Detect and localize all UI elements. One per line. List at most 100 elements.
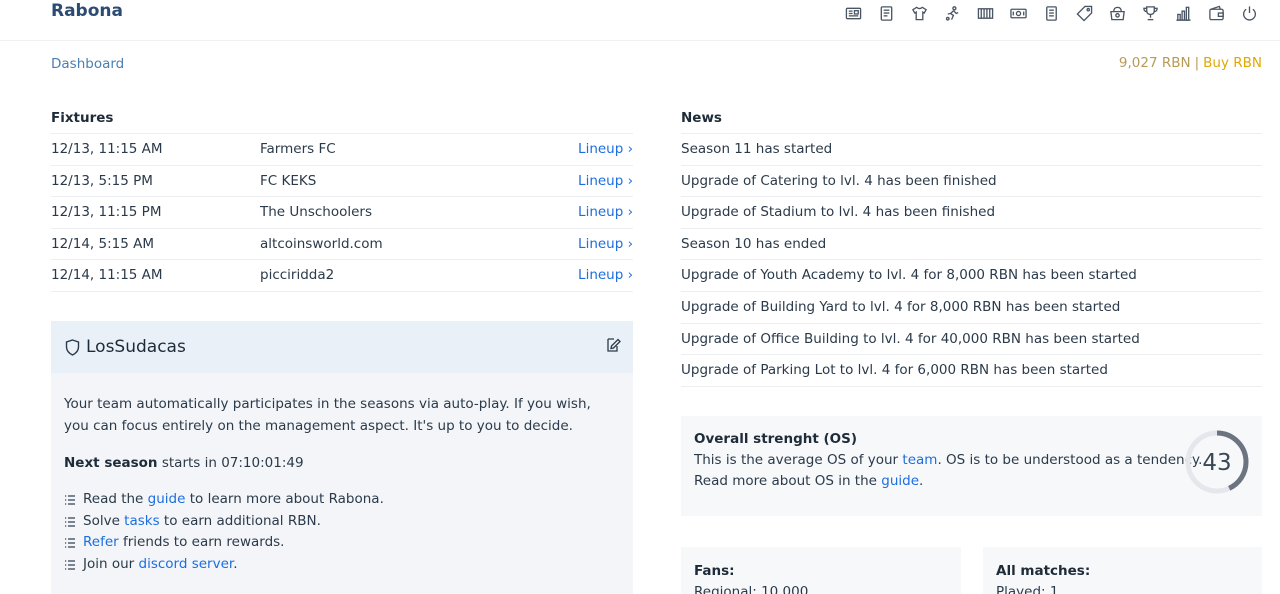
next-season-countdown: Next season starts in 07:10:01:49 [64, 452, 620, 474]
breadcrumb[interactable]: Dashboard [51, 56, 124, 72]
tip-text: Read the [83, 491, 148, 507]
lineup-link[interactable]: Lineup › [578, 134, 633, 165]
nav-icon-group [837, 2, 1266, 24]
fixture-date: 12/13, 5:15 PM [51, 172, 153, 189]
next-season-time: starts in 07:10:01:49 [157, 455, 304, 471]
tip-item: Join our discord server. [64, 554, 620, 576]
fixture-row: 12/13, 11:15 AM Farmers FC Lineup › [51, 134, 633, 166]
newspaper-icon[interactable] [837, 2, 870, 24]
news-panel: News Season 11 has started Upgrade of Cat… [681, 103, 1262, 387]
top-navigation-bar: Rabona [0, 0, 1280, 41]
tip-link[interactable]: Refer [83, 534, 119, 550]
fixtures-title: Fixtures [51, 103, 633, 134]
next-season-label: Next season [64, 455, 158, 471]
tips-list: Read the guide to learn more about Rabon… [64, 489, 620, 575]
matches-card: All matches: Played: 1 [983, 547, 1262, 594]
checklist-icon [65, 538, 75, 548]
tip-item: Read the guide to learn more about Rabon… [64, 489, 620, 511]
tip-text: to earn additional RBN. [159, 512, 321, 529]
lineup-link[interactable]: Lineup › [578, 260, 633, 291]
tip-text: to learn more about Rabona. [185, 491, 384, 507]
player-icon[interactable] [936, 2, 969, 24]
os-gauge: 43 [1184, 429, 1250, 495]
fixture-date: 12/13, 11:15 AM [51, 141, 163, 157]
fixtures-panel: Fixtures 12/13, 11:15 AM Farmers FC Lineup… [51, 103, 633, 292]
news-item: Upgrade of Building Yard to lvl. 4 for 8… [681, 292, 1262, 324]
brand-logo[interactable]: Rabona [51, 1, 123, 21]
checklist-icon [65, 559, 75, 570]
team-name: LosSudacas [86, 337, 186, 357]
tip-item: Refer friends to earn rewards. [64, 532, 620, 554]
os-title: Overall strenght (OS) [694, 431, 858, 447]
money-icon[interactable] [1002, 2, 1035, 24]
team-link[interactable]: team [902, 452, 937, 468]
os-value: 43 [1202, 450, 1232, 476]
trophy-icon[interactable] [1134, 2, 1167, 24]
document-icon[interactable] [870, 2, 903, 24]
wallet-icon[interactable] [1200, 2, 1233, 24]
news-item: Upgrade of Stadium to lvl. 4 has been fi… [681, 197, 1262, 229]
news-item: Upgrade of Office Building to lvl. 4 for… [681, 324, 1262, 356]
tip-text: friends to earn rewards. [118, 534, 285, 550]
team-card: LosSudacas Your team automatically parti… [51, 321, 633, 594]
matches-value: Played: 1 [996, 584, 1059, 594]
fixture-row: 12/13, 5:15 PM FC KEKS Lineup › [51, 166, 633, 198]
guide-link[interactable]: guide [881, 473, 919, 489]
news-item: Season 11 has started [681, 134, 1262, 166]
fixture-row: 12/14, 5:15 AM altcoinsworld.com Lineup › [51, 229, 633, 261]
stadium-icon[interactable] [969, 2, 1002, 24]
fixture-row: 12/14, 11:15 AM picciridda2 Lineup › [51, 260, 633, 292]
os-readmore: Read more about OS in the guide. [694, 473, 923, 489]
fixture-date: 12/14, 5:15 AM [51, 235, 154, 252]
team-card-header: LosSudacas [51, 321, 633, 373]
tip-link[interactable]: discord server [139, 556, 234, 572]
news-item: Upgrade of Youth Academy to lvl. 4 for 8… [681, 260, 1262, 292]
fixture-opponent: picciridda2 [260, 267, 335, 284]
tip-text: Join our [83, 555, 139, 572]
fixture-opponent: Farmers FC [260, 141, 336, 157]
fixture-opponent: The Unschoolers [260, 204, 373, 221]
notepad-icon[interactable] [1035, 2, 1068, 24]
tip-text: . [233, 555, 238, 572]
balance-display: 9,027 RBN | Buy RBN [1119, 55, 1262, 71]
jersey-icon[interactable] [903, 2, 936, 24]
checklist-icon [65, 495, 75, 505]
edit-team-icon[interactable] [605, 337, 621, 357]
os-description: This is the average OS of your team. OS … [694, 452, 1202, 468]
fans-title: Fans: [694, 563, 735, 579]
tag-icon[interactable] [1068, 2, 1101, 24]
lineup-link[interactable]: Lineup › [578, 229, 633, 260]
market-icon[interactable] [1101, 2, 1134, 24]
buy-rbn-link[interactable]: Buy RBN [1203, 55, 1262, 71]
fixture-row: 12/13, 11:15 PM The Unschoolers Lineup › [51, 197, 633, 229]
news-item: Upgrade of Catering to lvl. 4 has been f… [681, 166, 1262, 198]
tip-item: Solve tasks to earn additional RBN. [64, 511, 620, 533]
fixture-opponent: altcoinsworld.com [260, 235, 383, 252]
fixture-opponent: FC KEKS [260, 172, 317, 189]
fans-value: Regional: 10,000 [694, 584, 809, 594]
os-text: This is the average OS of your [694, 452, 903, 468]
balance-separator: | [1194, 55, 1200, 71]
fixture-date: 12/14, 11:15 AM [51, 267, 163, 284]
balance-amount: 9,027 RBN [1118, 55, 1191, 71]
os-text: . [919, 473, 924, 489]
os-text: . OS is to be understood as a tendency. [937, 452, 1203, 468]
matches-title: All matches: [996, 563, 1091, 579]
news-item: Upgrade of Parking Lot to lvl. 4 for 6,0… [681, 355, 1262, 387]
news-item: Season 10 has ended [681, 229, 1262, 261]
checklist-icon [65, 516, 75, 527]
fans-card: Fans: Regional: 10,000 [681, 547, 961, 594]
tip-link[interactable]: guide [148, 491, 186, 507]
fixture-date: 12/13, 11:15 PM [51, 204, 162, 221]
lineup-link[interactable]: Lineup › [578, 166, 633, 197]
lineup-link[interactable]: Lineup › [578, 197, 633, 228]
power-icon[interactable] [1233, 2, 1266, 24]
team-description: Your team automatically participates in … [64, 396, 591, 434]
tip-link[interactable]: tasks [124, 513, 159, 529]
tip-text: Solve [83, 512, 125, 529]
shield-icon [65, 339, 80, 360]
news-title: News [681, 103, 1262, 134]
overall-strength-card: Overall strenght (OS) This is the averag… [681, 416, 1262, 516]
os-text: Read more about OS in the [694, 473, 882, 489]
stats-icon[interactable] [1167, 2, 1200, 24]
